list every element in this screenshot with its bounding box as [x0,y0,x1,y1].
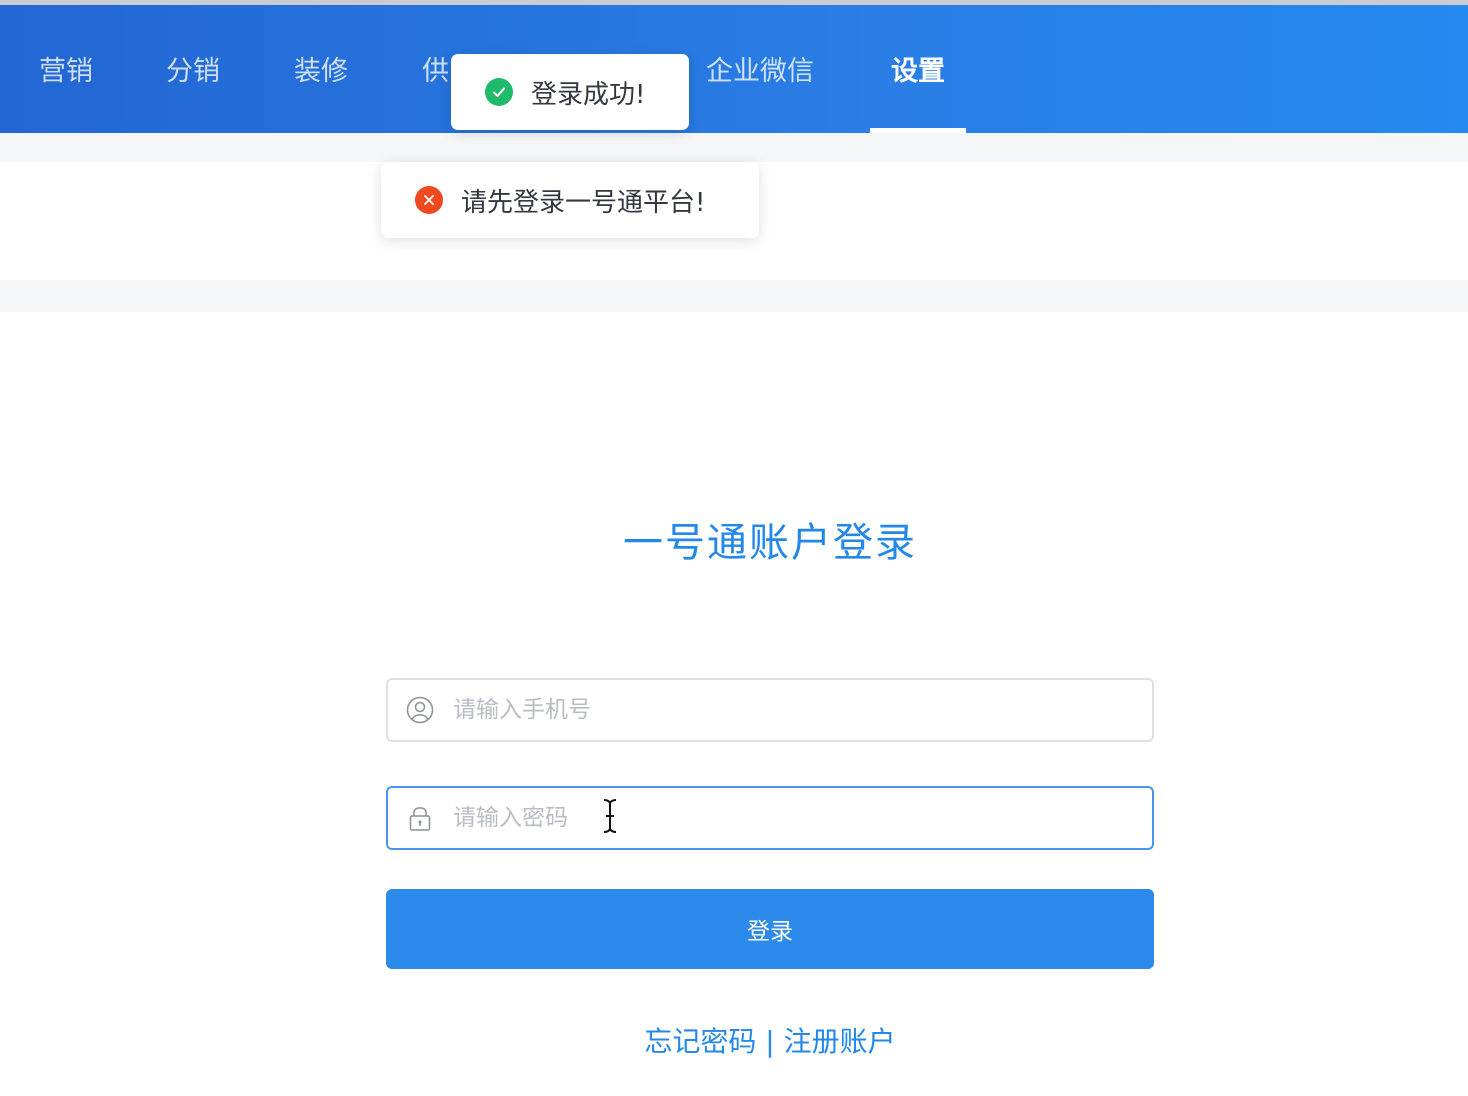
nav-item-marketing[interactable]: 营销 [39,55,93,89]
lock-icon [405,803,435,833]
success-toast-message: 登录成功! [531,79,646,110]
password-field [386,786,1154,850]
user-icon [405,695,435,725]
error-toast: 请先登录一号通平台! [381,162,759,238]
top-navigation-bar: 营销 分销 装修 供 企业微信 设置 [0,5,1468,133]
register-account-link[interactable]: 注册账户 [784,1025,896,1058]
nav-item-distribution[interactable]: 分销 [166,55,220,89]
nav-item-supply[interactable]: 供 [422,55,449,89]
password-input[interactable] [453,805,1133,831]
account-links: 忘记密码 | 注册账户 [0,1020,1468,1060]
nav-item-decoration[interactable]: 装修 [294,55,348,89]
check-circle-icon [485,78,513,106]
error-toast-message: 请先登录一号通平台! [461,187,706,218]
content-divider-top [0,133,1468,162]
close-circle-icon [415,186,443,214]
success-toast: 登录成功! [451,54,689,130]
phone-input[interactable] [453,697,1133,723]
forgot-password-link[interactable]: 忘记密码 [644,1025,756,1058]
login-title: 一号通账户登录 [623,520,917,566]
phone-field [386,678,1154,742]
content-divider-bottom [0,280,1468,312]
text-cursor-icon [603,799,617,833]
nav-item-wecom[interactable]: 企业微信 [706,55,814,89]
nav-item-settings[interactable]: 设置 [891,55,945,89]
links-separator: | [756,1025,784,1058]
login-button[interactable]: 登录 [386,889,1154,969]
